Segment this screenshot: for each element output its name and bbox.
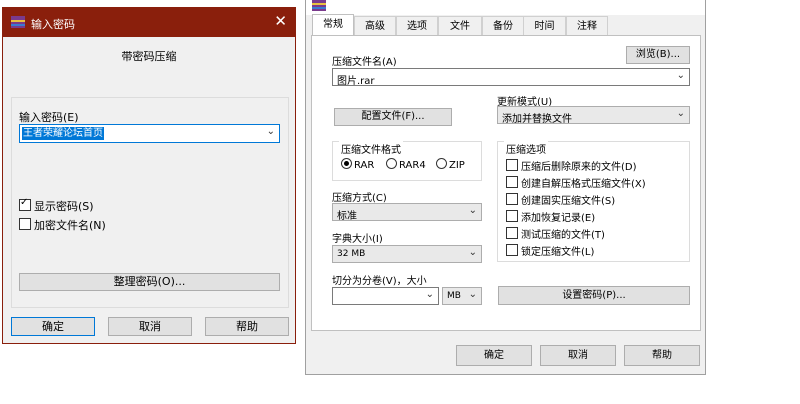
archive-option-label: 锁定压缩文件(L) <box>521 247 595 258</box>
archive-option-label: 创建自解压格式压缩文件(X) <box>521 179 646 190</box>
archive-parameters-dialog: 常规 高级 选项 文件 备份 时间 注释 压缩文件名(A) 浏览(B)... 图片.rar … <box>305 0 706 375</box>
chevron-down-icon: ⌄ <box>425 289 434 300</box>
encrypt-filenames-checkbox-box[interactable] <box>19 218 31 230</box>
profiles-button[interactable]: 配置文件(F)... <box>334 108 452 126</box>
tab-5[interactable]: 时间 <box>523 16 566 36</box>
show-password-checkbox[interactable]: 显示密码(S) <box>19 197 94 214</box>
format-radio-rar4[interactable]: RAR4 <box>386 158 426 171</box>
chevron-down-icon: ⌄ <box>676 70 685 81</box>
archive-option-label: 压缩后删除原来的文件(D) <box>521 162 637 173</box>
chevron-down-icon: ⌄ <box>468 289 477 300</box>
archive-option-label: 测试压缩的文件(T) <box>521 230 605 241</box>
archive-options-group-label: 压缩选项 <box>504 141 548 156</box>
split-volumes-label: 切分为分卷(V)，大小 <box>332 276 427 287</box>
encrypt-filenames-label: 加密文件名(N) <box>34 219 106 232</box>
archive-options-list: 压缩后删除原来的文件(D) 创建自解压格式压缩文件(X) 创建固实压缩文件(S) 添加… <box>506 158 688 262</box>
archive-name-label: 压缩文件名(A) <box>332 57 397 68</box>
archive-help-button[interactable]: 帮助 <box>624 345 700 366</box>
radio-button[interactable] <box>436 158 447 169</box>
tab-6[interactable]: 注释 <box>566 16 608 36</box>
winrar-app-icon <box>312 0 326 11</box>
chevron-down-icon: ⌄ <box>468 205 477 216</box>
update-mode-value: 添加并替换文件 <box>502 114 572 125</box>
format-radio-label: ZIP <box>449 160 465 171</box>
archive-dialog-titlebar <box>306 0 705 15</box>
archive-name-combobox[interactable]: 图片.rar ⌄ <box>332 68 690 87</box>
method-value: 标准 <box>337 211 357 222</box>
checkbox[interactable] <box>506 210 518 222</box>
checkbox[interactable] <box>506 193 518 205</box>
radio-button[interactable] <box>341 158 352 169</box>
chevron-down-icon: ⌄ <box>266 126 275 137</box>
archive-cancel-button[interactable]: 取消 <box>540 345 616 366</box>
password-dialog-title: 输入密码 <box>31 18 75 31</box>
tab-0[interactable]: 常规 <box>312 14 354 37</box>
show-password-label: 显示密码(S) <box>34 200 94 213</box>
show-password-checkbox-box[interactable] <box>19 197 31 211</box>
archive-options-group: 压缩选项 压缩后删除原来的文件(D) 创建自解压格式压缩文件(X) 创建固实压缩文件… <box>497 141 690 262</box>
password-help-button[interactable]: 帮助 <box>205 317 289 336</box>
browse-button[interactable]: 浏览(B)... <box>626 46 690 64</box>
archive-ok-button[interactable]: 确定 <box>456 345 532 366</box>
checkbox[interactable] <box>506 244 518 256</box>
archive-option-0[interactable]: 压缩后删除原来的文件(D) <box>506 158 637 173</box>
method-label: 压缩方式(C) <box>332 193 387 204</box>
password-dialog-heading: 带密码压缩 <box>121 50 177 63</box>
checkbox[interactable] <box>506 176 518 188</box>
split-unit-value: MB <box>447 291 461 301</box>
tab-3[interactable]: 文件 <box>438 16 482 36</box>
dictionary-size-value: 32 MB <box>337 249 366 259</box>
tab-4[interactable]: 备份 <box>482 16 524 36</box>
password-dialog-titlebar: 输入密码 ✕ <box>3 8 295 37</box>
update-mode-select[interactable]: 添加并替换文件 ⌄ <box>497 106 690 125</box>
archive-option-label: 添加恢复记录(E) <box>521 213 596 224</box>
tab-1[interactable]: 高级 <box>354 16 396 36</box>
password-ok-button[interactable]: 确定 <box>11 317 95 336</box>
password-value: 王者荣耀论坛首页 <box>22 127 104 140</box>
chevron-down-icon: ⌄ <box>676 108 685 119</box>
organize-passwords-button[interactable]: 整理密码(O)... <box>19 273 280 291</box>
enter-password-dialog: 输入密码 ✕ 带密码压缩 输入密码(E) 王者荣耀论坛首页 ⌄ 显示密码(S) … <box>2 7 296 344</box>
archive-option-label: 创建固实压缩文件(S) <box>521 196 616 207</box>
method-select[interactable]: 标准 ⌄ <box>332 203 482 222</box>
password-label: 输入密码(E) <box>19 111 79 124</box>
format-radio-row: RAR RAR4 ZIP <box>341 158 481 172</box>
archive-option-4[interactable]: 测试压缩的文件(T) <box>506 226 605 241</box>
password-cancel-button[interactable]: 取消 <box>108 317 192 336</box>
radio-button[interactable] <box>386 158 397 169</box>
checkbox[interactable] <box>506 227 518 239</box>
archive-name-value: 图片.rar <box>337 76 375 87</box>
set-password-button[interactable]: 设置密码(P)... <box>498 286 690 305</box>
chevron-down-icon: ⌄ <box>468 247 477 258</box>
archive-option-1[interactable]: 创建自解压格式压缩文件(X) <box>506 175 646 190</box>
tab-panel-general: 压缩文件名(A) 浏览(B)... 图片.rar ⌄ 更新模式(U) 添加并替换… <box>311 35 701 331</box>
dictionary-size-label: 字典大小(I) <box>332 234 383 245</box>
checkbox[interactable] <box>506 159 518 171</box>
format-radio-rar[interactable]: RAR <box>341 158 374 171</box>
archive-format-group: 压缩文件格式 RAR RAR4 ZIP <box>332 141 482 181</box>
dictionary-size-select[interactable]: 32 MB ⌄ <box>332 245 482 263</box>
archive-option-5[interactable]: 锁定压缩文件(L) <box>506 243 594 258</box>
archive-option-3[interactable]: 添加恢复记录(E) <box>506 209 595 224</box>
archive-format-group-label: 压缩文件格式 <box>339 141 403 156</box>
split-size-combobox[interactable]: ⌄ <box>332 287 439 305</box>
encrypt-filenames-checkbox[interactable]: 加密文件名(N) <box>19 217 106 233</box>
split-unit-select[interactable]: MB ⌄ <box>442 287 482 305</box>
format-radio-label: RAR4 <box>399 160 426 171</box>
format-radio-label: RAR <box>354 160 375 171</box>
tab-2[interactable]: 选项 <box>396 16 438 36</box>
password-combobox[interactable]: 王者荣耀论坛首页 ⌄ <box>19 124 280 143</box>
winrar-app-icon <box>11 16 25 28</box>
close-icon[interactable]: ✕ <box>274 13 287 29</box>
archive-option-2[interactable]: 创建固实压缩文件(S) <box>506 192 615 207</box>
format-radio-zip[interactable]: ZIP <box>436 158 465 171</box>
